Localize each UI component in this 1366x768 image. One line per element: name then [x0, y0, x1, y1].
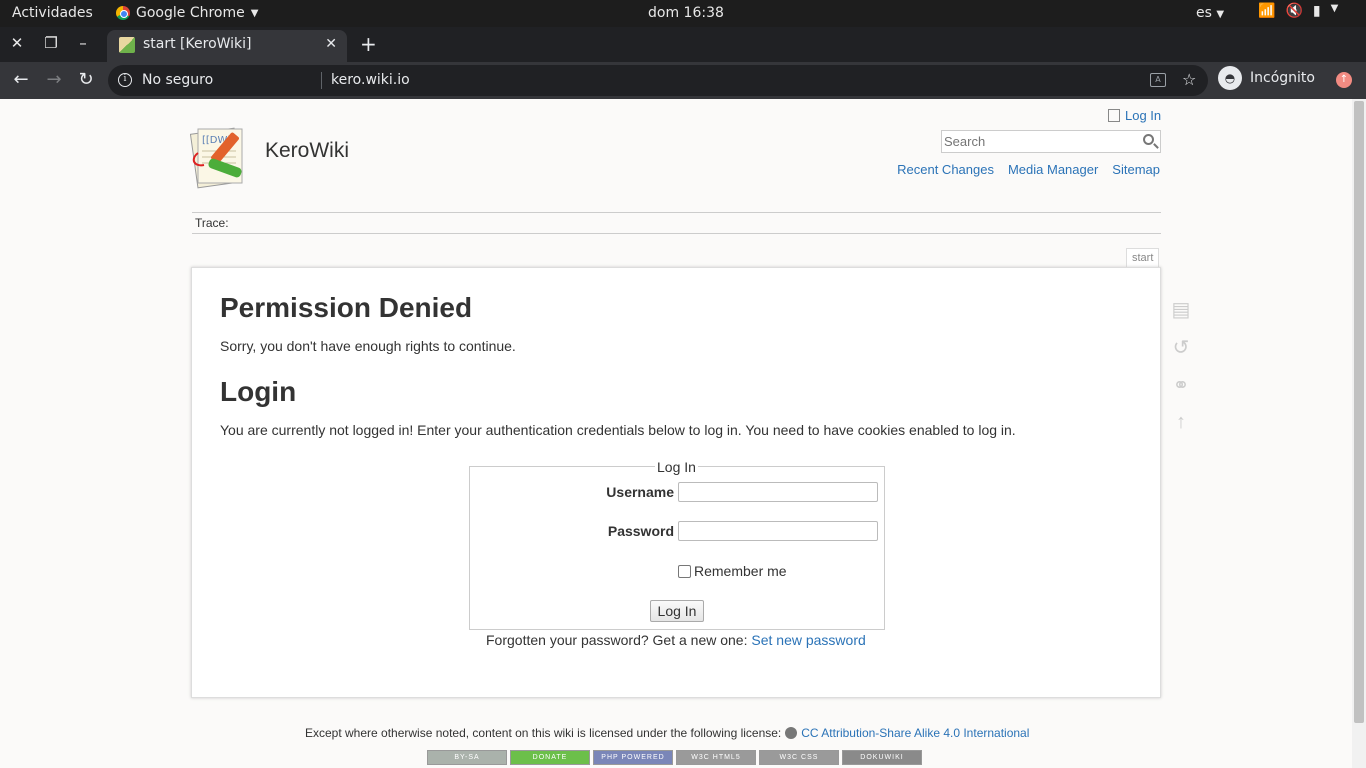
license-notice: Except where otherwise noted, content on… — [305, 726, 1029, 740]
footer-badges: BY-SA DONATE PHP POWERED W3C HTML5 W3C C… — [427, 750, 922, 765]
username-row: Username — [470, 482, 886, 504]
remember-me[interactable]: Remember me — [678, 563, 787, 579]
donate-badge[interactable]: DONATE — [510, 750, 590, 765]
divider — [321, 72, 322, 89]
search-icon[interactable] — [1143, 134, 1154, 145]
old-revisions-icon[interactable]: ↺ — [1168, 335, 1194, 361]
dokuwiki-logo-icon[interactable]: [[DW]] — [190, 125, 258, 191]
translate-icon[interactable]: A — [1150, 73, 1166, 87]
scrollbar-thumb[interactable] — [1354, 101, 1364, 723]
wifi-icon: 📶 — [1258, 3, 1276, 19]
forgot-password-text: Forgotten your password? Get a new one: — [486, 632, 748, 648]
battery-icon: ▮ — [1312, 3, 1321, 19]
search-field — [941, 130, 1161, 153]
url-text[interactable]: kero.wiki.io — [331, 72, 410, 88]
language-label: es — [1196, 5, 1212, 21]
globe-icon — [785, 727, 798, 739]
activities-button[interactable]: Actividades — [12, 5, 93, 21]
back-to-top-icon[interactable]: ↑ — [1168, 411, 1194, 437]
address-bar[interactable]: i No seguro kero.wiki.io A ☆ — [108, 65, 1208, 96]
page-id-tab: start — [1126, 248, 1160, 267]
clock[interactable]: dom 16:38 — [648, 5, 724, 21]
backlinks-icon[interactable]: ⚭ — [1168, 373, 1194, 399]
gnome-top-bar: Actividades Google Chrome ▼ dom 16:38 es… — [0, 0, 1366, 27]
back-icon[interactable]: ← — [10, 69, 32, 90]
breadcrumb-label: Trace: — [195, 216, 229, 230]
login-instructions: You are currently not logged in! Enter y… — [220, 422, 1016, 438]
bookmark-star-icon[interactable]: ☆ — [1182, 70, 1196, 89]
media-manager-link[interactable]: Media Manager — [1008, 162, 1098, 177]
username-label: Username — [606, 484, 674, 500]
permission-message: Sorry, you don't have enough rights to c… — [220, 338, 516, 354]
window-minimize-icon[interactable]: – — [73, 34, 93, 52]
login-link-label: Log In — [1125, 108, 1162, 123]
cc-by-sa-badge[interactable]: BY-SA — [427, 750, 507, 765]
forgot-password: Forgotten your password? Get a new one: … — [486, 632, 866, 648]
chrome-icon — [116, 6, 130, 20]
sitemap-link[interactable]: Sitemap — [1112, 162, 1160, 177]
tab-strip: ✕ ❐ – start [KeroWiki] ✕ + — [0, 27, 1366, 62]
recent-changes-link[interactable]: Recent Changes — [897, 162, 994, 177]
site-title[interactable]: KeroWiki — [265, 139, 349, 163]
tab-title: start [KeroWiki] — [143, 36, 252, 52]
forward-icon[interactable]: → — [43, 69, 65, 90]
tab-active[interactable]: start [KeroWiki] ✕ — [107, 30, 347, 62]
incognito-icon: ◓ — [1218, 66, 1242, 90]
dokuwiki-badge[interactable]: DOKUWIKI — [842, 750, 922, 765]
app-menu[interactable]: Google Chrome ▼ — [116, 5, 258, 21]
browser-toolbar: ← → ↻ i No seguro kero.wiki.io A ☆ ◓ Inc… — [0, 62, 1366, 99]
login-icon — [1108, 109, 1120, 122]
set-new-password-link[interactable]: Set new password — [751, 632, 865, 648]
window-restore-icon[interactable]: ❐ — [41, 34, 61, 52]
password-row: Password — [470, 521, 886, 543]
content-card: Permission Denied Sorry, you don't have … — [191, 267, 1161, 698]
info-icon[interactable]: i — [118, 73, 132, 87]
dokuwiki-favicon-icon — [119, 37, 135, 53]
show-page-icon[interactable]: ▤ — [1168, 297, 1194, 323]
breadcrumb: Trace: — [192, 212, 1161, 234]
system-menu[interactable]: 📶 🔇 ▮ ▼ — [1258, 3, 1338, 19]
incognito-label: Incógnito — [1250, 70, 1315, 86]
password-label: Password — [607, 523, 674, 539]
php-badge[interactable]: PHP POWERED — [593, 750, 673, 765]
page-title: Permission Denied — [220, 292, 473, 323]
login-form: Log In Username Password Remember me Log… — [469, 459, 886, 630]
reload-icon[interactable]: ↻ — [75, 69, 97, 90]
page-scrollbar[interactable] — [1352, 99, 1366, 768]
license-link[interactable]: CC Attribution-Share Alike 4.0 Internati… — [801, 726, 1029, 740]
chevron-down-icon: ▼ — [250, 7, 259, 19]
update-icon[interactable]: ↑ — [1336, 72, 1352, 88]
volume-muted-icon: 🔇 — [1285, 3, 1303, 19]
remember-me-label: Remember me — [694, 563, 787, 579]
chevron-down-icon: ▼ — [1330, 3, 1339, 14]
html5-badge[interactable]: W3C HTML5 — [676, 750, 756, 765]
license-text: Except where otherwise noted, content on… — [305, 726, 782, 740]
username-input[interactable] — [678, 482, 878, 502]
tab-close-icon[interactable]: ✕ — [325, 36, 337, 52]
login-form-legend: Log In — [655, 459, 698, 475]
window-close-icon[interactable]: ✕ — [7, 34, 27, 52]
login-link[interactable]: Log In — [1108, 108, 1161, 123]
language-indicator[interactable]: es ▼ — [1196, 5, 1224, 21]
chevron-down-icon: ▼ — [1216, 9, 1225, 20]
css-badge[interactable]: W3C CSS — [759, 750, 839, 765]
remember-me-checkbox[interactable] — [678, 564, 691, 578]
wiki-page: [[DW]] KeroWiki Log In Recent Changes Me… — [0, 99, 1352, 768]
login-submit-button[interactable]: Log In — [650, 600, 704, 622]
search-input[interactable] — [942, 131, 1132, 152]
new-tab-icon[interactable]: + — [360, 32, 377, 56]
security-label[interactable]: No seguro — [142, 72, 213, 88]
login-heading: Login — [220, 376, 297, 407]
app-menu-label: Google Chrome — [136, 5, 245, 21]
site-tools-nav: Recent Changes Media Manager Sitemap — [897, 162, 1160, 177]
incognito-indicator[interactable]: ◓ Incógnito — [1218, 66, 1315, 90]
password-input[interactable] — [678, 521, 878, 541]
